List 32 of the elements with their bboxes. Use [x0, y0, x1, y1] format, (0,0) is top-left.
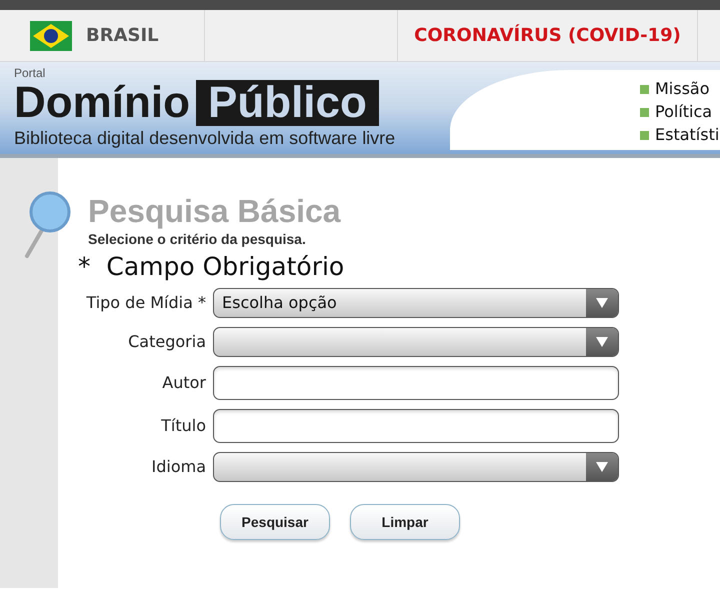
required-note: * Campo Obrigatório	[77, 251, 346, 283]
form-button[interactable]: Pesquisar	[220, 504, 330, 540]
logo-title-box: Público	[196, 80, 379, 126]
dropdown[interactable]: Escolha opção	[213, 288, 619, 318]
caret-icon	[596, 462, 608, 472]
flag-icon	[30, 20, 72, 50]
logo-title: Domínio	[14, 80, 190, 126]
search-subtitle: Selecione o critério da pesquisa.	[88, 230, 307, 248]
input-field[interactable]	[213, 366, 619, 400]
dropdown[interactable]	[213, 327, 619, 357]
country-link[interactable]: BRASIL	[86, 22, 159, 49]
nav-link[interactable]: Política	[655, 101, 712, 123]
magnifier-icon	[24, 190, 72, 260]
field-label: Título	[160, 415, 207, 437]
input-field[interactable]	[213, 409, 619, 443]
field-label: Categoria	[127, 331, 207, 353]
field-label: Autor	[161, 372, 207, 394]
dropdown[interactable]	[213, 452, 619, 482]
bullet-icon	[640, 84, 649, 94]
form-button[interactable]: Limpar	[350, 504, 460, 540]
portal-label: Portal	[14, 66, 46, 80]
nav-link[interactable]: Estatísti	[655, 124, 720, 146]
field-label: Idioma	[150, 456, 207, 478]
field-label: Tipo de Mídia *	[85, 292, 207, 314]
logo-subtitle: Biblioteca digital desenvolvida em software livre	[14, 127, 396, 150]
search-title: Pesquisa Básica	[88, 192, 342, 230]
caret-icon	[596, 298, 608, 308]
bullet-icon	[640, 130, 649, 140]
bullet-icon	[640, 108, 649, 116]
nav-link[interactable]: Missão	[655, 78, 710, 100]
caret-icon	[596, 337, 608, 347]
covid-link[interactable]: CORONAVÍRUS (COVID-19)	[414, 22, 681, 49]
